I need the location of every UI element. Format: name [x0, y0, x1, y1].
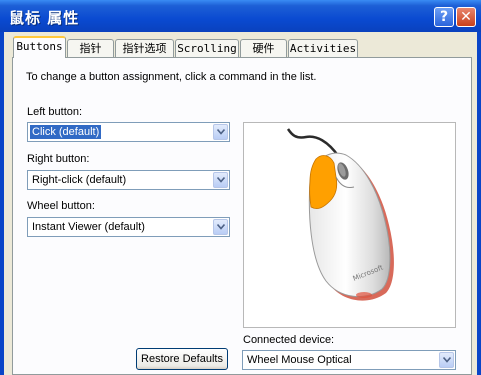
right-button-select[interactable]: Right-click (default): [27, 170, 230, 190]
chevron-down-icon: [443, 357, 451, 363]
connected-device-value: Wheel Mouse Optical: [247, 354, 352, 366]
left-button-value: Click (default): [30, 125, 102, 139]
left-button-label: Left button:: [27, 106, 83, 118]
dropdown-arrow[interactable]: [439, 352, 454, 368]
dropdown-arrow[interactable]: [213, 124, 228, 140]
left-button-select[interactable]: Click (default): [27, 122, 230, 142]
window-title: 鼠标 属性: [9, 9, 80, 27]
help-button[interactable]: ?: [434, 7, 454, 27]
tab-pointer-options[interactable]: 指针选项: [115, 39, 174, 57]
mouse-image-panel: Microsoft: [243, 122, 456, 328]
wheel-button-label: Wheel button:: [27, 200, 95, 212]
mouse-illustration: Microsoft: [286, 128, 394, 301]
connected-device-label: Connected device:: [243, 334, 335, 346]
wheel-button-select[interactable]: Instant Viewer (default): [27, 217, 230, 237]
restore-defaults-button[interactable]: Restore Defaults: [136, 348, 228, 370]
right-button-value: Right-click (default): [32, 174, 127, 186]
wheel-button-value: Instant Viewer (default): [32, 221, 145, 233]
instruction-text: To change a button assignment, click a c…: [26, 71, 317, 83]
cable-icon: [286, 128, 341, 158]
chevron-down-icon: [217, 224, 225, 230]
window-frame-right: [477, 32, 481, 375]
close-button[interactable]: ✕: [456, 7, 476, 27]
tab-buttons[interactable]: Buttons: [13, 36, 66, 58]
tab-activities[interactable]: Activities: [288, 39, 358, 57]
dropdown-arrow[interactable]: [213, 172, 228, 188]
connected-device-select[interactable]: Wheel Mouse Optical: [242, 350, 456, 370]
chevron-down-icon: [217, 177, 225, 183]
tab-pointers[interactable]: 指针: [67, 39, 114, 57]
tab-hardware[interactable]: 硬件: [240, 39, 287, 57]
tab-scrolling[interactable]: Scrolling: [175, 39, 239, 57]
window-frame-left: [0, 32, 4, 375]
chevron-down-icon: [217, 129, 225, 135]
dropdown-arrow[interactable]: [213, 219, 228, 235]
right-button-label: Right button:: [27, 153, 90, 165]
